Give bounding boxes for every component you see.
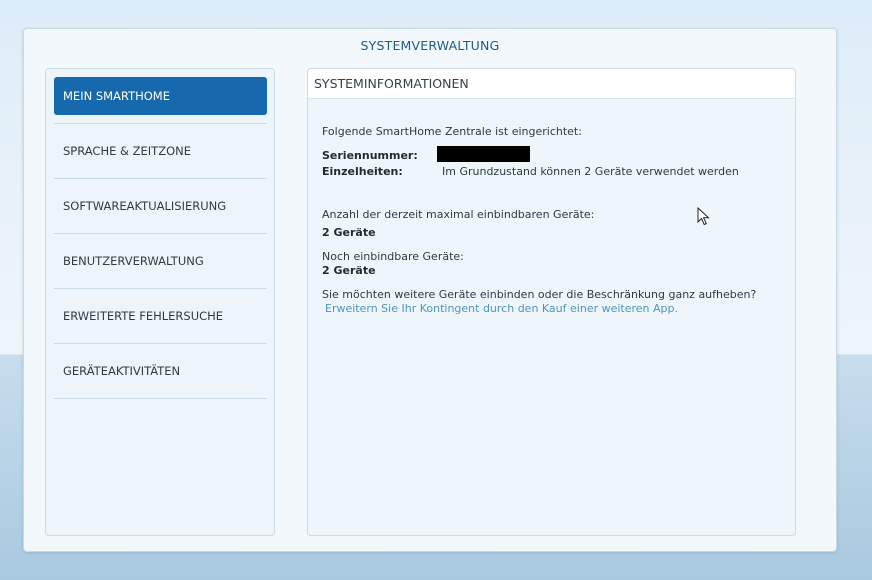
max-devices-label: Anzahl der derzeit maximal einbindbaren … [322, 208, 595, 221]
system-management-window: SYSTEMVERWALTUNG MEIN SMARTHOME SPRACHE … [23, 28, 837, 552]
details-value: Im Grundzustand können 2 Geräte verwende… [442, 165, 739, 178]
divider [54, 123, 267, 124]
details-label: Einzelheiten: [322, 165, 403, 178]
panel-title: SYSTEMINFORMATIONEN [308, 69, 795, 99]
divider [54, 178, 267, 179]
upgrade-link[interactable]: Erweitern Sie Ihr Kontingent durch den K… [325, 302, 678, 315]
remaining-devices-value: 2 Geräte [322, 264, 376, 277]
intro-text: Folgende SmartHome Zentrale ist eingeric… [322, 125, 582, 138]
sidebar-item-sprache-zeitzone[interactable]: SPRACHE & ZEITZONE [54, 132, 267, 170]
remaining-devices-label: Noch einbindbare Geräte: [322, 250, 464, 263]
divider [54, 233, 267, 234]
serial-value-redacted [437, 146, 530, 162]
sidebar: MEIN SMARTHOME SPRACHE & ZEITZONE SOFTWA… [45, 68, 275, 536]
mouse-cursor-icon [697, 207, 710, 226]
divider [54, 398, 267, 399]
divider [54, 343, 267, 344]
window-title: SYSTEMVERWALTUNG [360, 38, 500, 53]
sidebar-item-benutzerverwaltung[interactable]: BENUTZERVERWALTUNG [54, 242, 267, 280]
sidebar-item-softwareaktualisierung[interactable]: SOFTWAREAKTUALISIERUNG [54, 187, 267, 225]
upgrade-question: Sie möchten weitere Geräte einbinden ode… [322, 288, 757, 301]
system-info-panel: SYSTEMINFORMATIONEN Folgende SmartHome Z… [307, 68, 796, 536]
sidebar-item-geraeteaktivitaeten[interactable]: GERÄTEAKTIVITÄTEN [54, 352, 267, 390]
serial-label: Seriennummer: [322, 149, 418, 162]
sidebar-item-mein-smarthome[interactable]: MEIN SMARTHOME [54, 77, 267, 115]
divider [54, 288, 267, 289]
max-devices-value: 2 Geräte [322, 226, 376, 239]
sidebar-item-erweiterte-fehlersuche[interactable]: ERWEITERTE FEHLERSUCHE [54, 297, 267, 335]
